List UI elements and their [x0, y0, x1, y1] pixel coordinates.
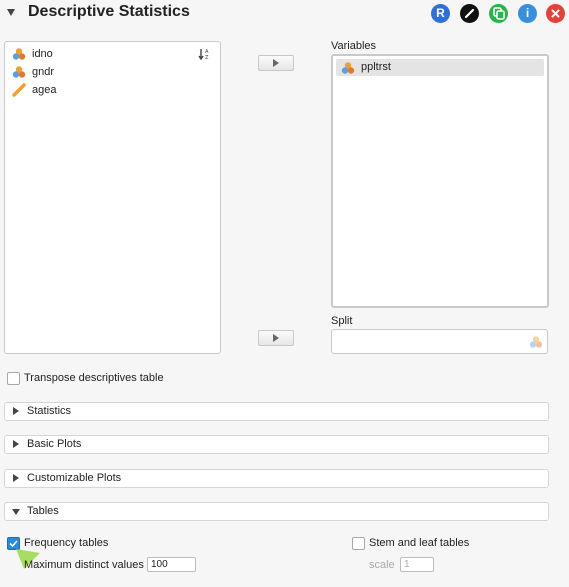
list-item[interactable]: ppltrst	[336, 59, 544, 76]
section-label: Customizable Plots	[27, 472, 122, 484]
split-target-field[interactable]	[331, 329, 548, 354]
duplicate-icon[interactable]	[489, 4, 508, 23]
stem-leaf-checkbox[interactable]	[352, 537, 365, 550]
close-icon[interactable]	[546, 4, 565, 23]
nominal-icon	[529, 336, 543, 348]
expand-arrow-icon	[13, 440, 19, 448]
collapse-arrow-icon[interactable]	[7, 9, 15, 16]
page-title: Descriptive Statistics	[28, 3, 190, 20]
nominal-icon	[341, 62, 355, 74]
list-item[interactable]: agea	[12, 81, 56, 99]
max-distinct-input[interactable]: 100	[147, 557, 196, 572]
collapse-arrow-icon	[12, 509, 20, 515]
r-icon[interactable]: R	[431, 4, 450, 23]
nominal-icon	[12, 48, 26, 60]
move-to-split-button[interactable]	[258, 330, 294, 346]
list-item-label: agea	[32, 84, 57, 96]
scale-icon	[12, 83, 26, 97]
section-tables[interactable]: Tables	[4, 502, 549, 521]
list-item-label: idno	[32, 48, 53, 60]
variables-target-list[interactable]: ppltrst	[331, 54, 549, 308]
transpose-checkbox[interactable]	[7, 372, 20, 385]
sort-icon[interactable]: AZ	[198, 47, 212, 64]
section-statistics[interactable]: Statistics	[4, 402, 549, 421]
expand-arrow-icon	[13, 474, 19, 482]
section-label: Tables	[27, 505, 59, 517]
section-customizable-plots[interactable]: Customizable Plots	[4, 469, 549, 488]
nominal-icon	[12, 66, 26, 78]
list-item-label: ppltrst	[361, 61, 391, 73]
scale-input[interactable]: 1	[400, 557, 434, 572]
variables-label: Variables	[331, 40, 377, 52]
list-item[interactable]: gndr	[12, 63, 54, 81]
list-item-label: gndr	[32, 66, 55, 78]
scale-label: scale	[369, 559, 395, 571]
transpose-label: Transpose descriptives table	[24, 372, 164, 384]
split-label: Split	[331, 315, 353, 327]
max-distinct-label: Maximum distinct values	[24, 559, 144, 571]
list-item[interactable]: idno	[12, 45, 53, 63]
svg-text:Z: Z	[205, 55, 209, 61]
section-label: Basic Plots	[27, 438, 82, 450]
edit-icon[interactable]	[460, 4, 479, 23]
stem-leaf-label: Stem and leaf tables	[369, 537, 470, 549]
move-to-variables-button[interactable]	[258, 55, 294, 71]
section-basic-plots[interactable]: Basic Plots	[4, 435, 549, 454]
available-variables-list[interactable]: idno gndr agea AZ	[4, 41, 221, 354]
info-icon[interactable]: i	[518, 4, 537, 23]
section-label: Statistics	[27, 405, 72, 417]
expand-arrow-icon	[13, 407, 19, 415]
